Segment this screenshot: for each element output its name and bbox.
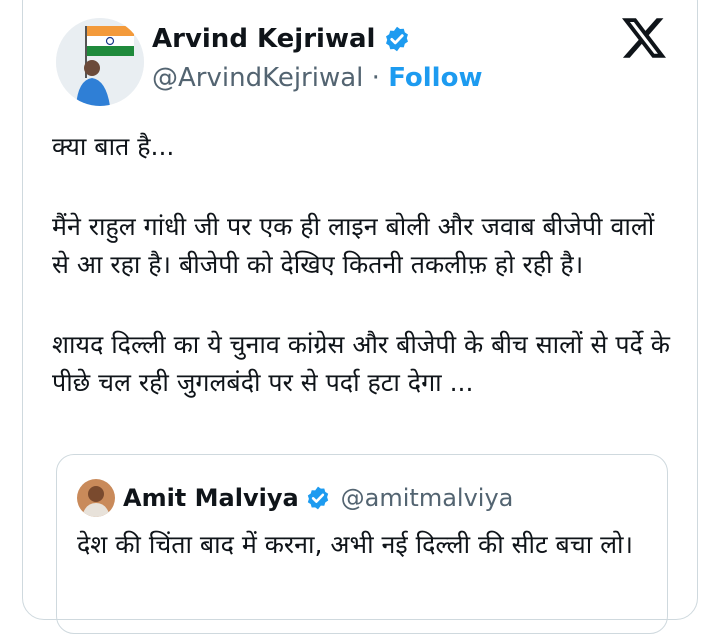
quoted-text: देश की चिंता बाद में करना, अभी नई दिल्ली… — [77, 530, 634, 559]
follow-button[interactable]: Follow — [388, 63, 482, 93]
author-name-row: Arvind Kejriwal — [152, 22, 411, 56]
quoted-author-handle[interactable]: @amitmalviya — [341, 479, 514, 517]
separator-dot: · — [371, 63, 389, 93]
quoted-author-name[interactable]: Amit Malviya — [123, 479, 299, 517]
author-handle[interactable]: @ArvindKejriwal — [152, 63, 363, 93]
tweet-paragraph-2: मैंने राहुल गांधी जी पर एक ही लाइन बोली … — [52, 212, 655, 279]
tweet-paragraph-1: क्या बात है... — [52, 132, 175, 161]
avatar-image — [56, 18, 144, 106]
verified-badge-icon — [386, 26, 409, 52]
quoted-author-avatar[interactable] — [77, 479, 115, 517]
quoted-tweet[interactable]: Amit Malviya @amitmalviya देश की चिंता ब… — [56, 454, 668, 634]
author-name[interactable]: Arvind Kejriwal — [152, 22, 375, 56]
tweet-body: क्या बात है... मैंने राहुल गांधी जी पर ए… — [52, 128, 672, 402]
author-avatar[interactable] — [56, 18, 144, 106]
quoted-avatar-image — [77, 479, 115, 517]
tweet-paragraph-3: शायद दिल्ली का ये चुनाव कांग्रेस और बीजे… — [52, 330, 670, 397]
verified-badge-icon — [307, 486, 328, 510]
quoted-header: Amit Malviya @amitmalviya — [123, 479, 513, 517]
x-logo-icon[interactable] — [622, 16, 666, 60]
author-handle-row: @ArvindKejriwal · Follow — [152, 60, 482, 96]
